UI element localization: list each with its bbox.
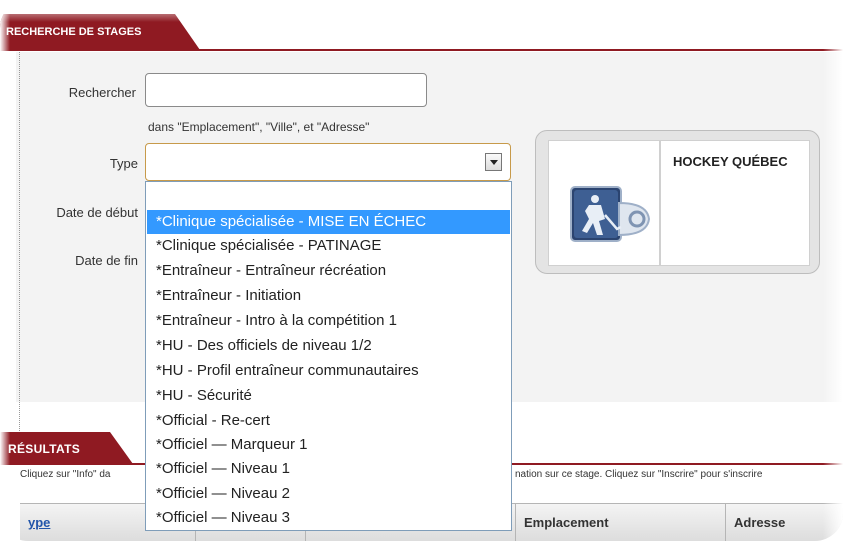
search-tab[interactable]: RECHERCHE DE STAGES: [0, 14, 200, 50]
chevron-down-icon[interactable]: [485, 153, 502, 171]
type-select[interactable]: [145, 143, 511, 181]
dotted-guide: [19, 52, 20, 437]
search-label: Rechercher: [68, 85, 136, 100]
dropdown-option[interactable]: *HU - Profil entraîneur communautaires: [147, 359, 510, 383]
dropdown-option[interactable]: *Official - Re-cert: [147, 409, 510, 433]
header-tab-bar: RECHERCHE DE STAGES: [0, 14, 843, 50]
organization-name: HOCKEY QUÉBEC: [673, 154, 788, 169]
dropdown-option[interactable]: *HU - Des officiels de niveau 1/2: [147, 334, 510, 358]
dropdown-option[interactable]: *Officiel — Niveau 2: [147, 482, 510, 506]
results-instructions-left: Cliquez sur "Info" da: [20, 469, 111, 480]
search-hint: dans "Emplacement", "Ville", et "Adresse…: [148, 120, 370, 134]
dropdown-option[interactable]: *Entraîneur - Entraîneur récréation: [147, 259, 510, 283]
organization-card: HOCKEY QUÉBEC: [535, 130, 820, 274]
app-frame: RECHERCHE DE STAGES Rechercher dans "Emp…: [0, 0, 843, 541]
type-label: Type: [109, 156, 138, 171]
header-divider: [0, 49, 843, 51]
organization-logo-box: [548, 140, 660, 266]
dropdown-option-selected[interactable]: *Clinique spécialisée - MISE EN ÉCHEC: [147, 210, 510, 234]
dropdown-option[interactable]: *Officiel — Marqueur 1: [147, 433, 510, 457]
organization-name-box: HOCKEY QUÉBEC: [660, 140, 810, 266]
dropdown-option[interactable]: *Officiel — Niveau 1: [147, 457, 510, 481]
dropdown-option[interactable]: *Officiel — Niveau 3: [147, 506, 510, 530]
dropdown-option[interactable]: *HU - Sécurité: [147, 384, 510, 408]
results-tab[interactable]: RÉSULTATS: [0, 432, 133, 464]
dropdown-option[interactable]: *Entraîneur - Initiation: [147, 284, 510, 308]
dropdown-option[interactable]: *Entraîneur - Intro à la compétition 1: [147, 309, 510, 333]
column-header-adresse[interactable]: Adresse: [725, 504, 843, 541]
type-dropdown-list[interactable]: *Clinique spécialisée - MISE EN ÉCHEC *C…: [145, 181, 512, 531]
dropdown-option[interactable]: *Clinique spécialisée - PATINAGE: [147, 234, 510, 258]
start-date-label: Date de début: [56, 205, 138, 220]
end-date-label: Date de fin: [75, 253, 138, 268]
dropdown-option[interactable]: [147, 186, 510, 210]
results-instructions-right: nation sur ce stage. Cliquez sur "Inscri…: [515, 469, 763, 480]
hockey-quebec-logo-icon: [570, 186, 651, 242]
column-header-emplacement[interactable]: Emplacement: [515, 504, 725, 541]
search-input[interactable]: [145, 73, 427, 107]
